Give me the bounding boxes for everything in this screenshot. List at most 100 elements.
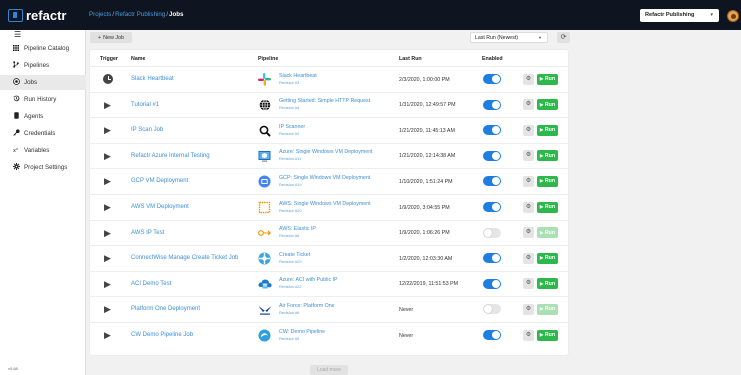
- enabled-toggle[interactable]: [483, 330, 501, 340]
- pipeline-link[interactable]: Azure: Single Windows VM Deployment: [279, 149, 373, 155]
- load-more-button[interactable]: Load more: [310, 365, 348, 375]
- pipeline-link[interactable]: AWS: Single Windows VM Deployment: [279, 201, 371, 207]
- refresh-button[interactable]: ⟳: [557, 32, 570, 43]
- enabled-toggle[interactable]: [483, 150, 501, 161]
- play-icon: ▶: [539, 306, 544, 312]
- run-button[interactable]: ▶ Run: [537, 73, 558, 85]
- sort-select[interactable]: Last Run (Newest) ▼: [470, 32, 548, 43]
- top-bar: refactr Projects / Refactr Publishing / …: [0, 0, 741, 30]
- history-icon: [13, 95, 20, 104]
- job-settings-button[interactable]: ⚙: [523, 227, 534, 239]
- job-name-link[interactable]: ACI Demo Test: [131, 281, 171, 287]
- sidebar-item-pipelines[interactable]: Pipelines: [0, 58, 86, 73]
- job-name-link[interactable]: Tutorial #1: [131, 102, 159, 108]
- job-settings-button[interactable]: ⚙: [523, 150, 534, 162]
- job-settings-button[interactable]: ⚙: [523, 252, 534, 264]
- pipeline-revision: Revision #6: [279, 233, 300, 239]
- table-row[interactable]: ▶ AWS IP Test AWS: Elastic IP Revision #6 1/…: [90, 219, 568, 246]
- pipeline-link[interactable]: CW: Demo Pipeline: [279, 329, 325, 335]
- run-button[interactable]: ▶ Run: [537, 150, 558, 162]
- job-name-link[interactable]: AWS IP Test: [131, 230, 164, 236]
- breadcrumb: Projects / Refactr Publishing / Jobs: [89, 11, 184, 18]
- run-button-label: Run: [544, 229, 556, 236]
- job-settings-button[interactable]: ⚙: [523, 99, 534, 111]
- manual-play-icon: ▶: [104, 150, 111, 161]
- job-settings-button[interactable]: ⚙: [523, 124, 534, 136]
- enabled-toggle[interactable]: [483, 74, 501, 84]
- job-name-link[interactable]: Platform One Deployment: [131, 306, 200, 312]
- job-name-link[interactable]: ConnectWise Manage Create Ticket Job: [131, 255, 238, 261]
- breadcrumb-projects[interactable]: Projects: [89, 11, 111, 18]
- job-name-link[interactable]: Refactr Azure Internal Testing: [131, 153, 210, 159]
- brand-logo[interactable]: refactr: [8, 8, 66, 23]
- table-row[interactable]: ▶ IP Scan Job IP Scanner Revision #2 1/21/20…: [90, 117, 568, 143]
- pipeline-link[interactable]: Slack Heartbeat: [279, 73, 317, 79]
- sidebar-item-project-settings[interactable]: Project Settings: [0, 160, 86, 175]
- job-settings-button[interactable]: ⚙: [523, 201, 534, 213]
- table-row[interactable]: Slack Heartbeat Slack Heartbeat Revision #…: [90, 66, 568, 92]
- pipeline-link[interactable]: AWS: Elastic IP: [279, 226, 316, 232]
- svg-text:x²: x²: [13, 148, 18, 153]
- job-settings-button[interactable]: ⚙: [523, 175, 534, 187]
- enabled-toggle[interactable]: [483, 125, 501, 136]
- table-row[interactable]: ▶ ConnectWise Manage Create Ticket Job Cre…: [90, 245, 568, 271]
- run-button[interactable]: ▶ Run: [537, 252, 558, 264]
- run-button[interactable]: ▶ Run: [537, 99, 558, 111]
- enabled-toggle[interactable]: [483, 99, 501, 110]
- user-avatar[interactable]: [727, 10, 739, 22]
- brand-name: refactr: [26, 8, 67, 23]
- sidebar-item-agents[interactable]: Agents: [0, 109, 86, 124]
- pipeline-revision: Revision #20: [279, 207, 302, 213]
- table-row[interactable]: ▶ ACI Demo Test Azure: ACI with Public IP R…: [90, 270, 568, 297]
- jobs-table: Trigger Name Pipeline Last Run Enabled S…: [90, 50, 568, 355]
- sidebar-item-variables[interactable]: x² Variables: [0, 143, 86, 158]
- sidebar-item-credentials[interactable]: Credentials: [0, 126, 86, 141]
- job-settings-button[interactable]: ⚙: [523, 329, 534, 341]
- enabled-toggle[interactable]: [483, 304, 501, 315]
- new-job-button[interactable]: + New Job: [90, 32, 132, 43]
- sidebar-item-pipeline-catalog[interactable]: Pipeline Catalog: [0, 41, 86, 56]
- run-button[interactable]: ▶ Run: [537, 303, 558, 315]
- table-row[interactable]: ▶ Platform One Deployment Air Force: Platf…: [90, 296, 568, 322]
- job-name-link[interactable]: AWS VM Deployment: [131, 204, 189, 210]
- run-button[interactable]: ▶ Run: [537, 175, 558, 187]
- enabled-toggle[interactable]: [483, 253, 501, 264]
- job-settings-button[interactable]: ⚙: [523, 278, 534, 290]
- pipeline-link[interactable]: Create Ticket: [279, 252, 310, 258]
- sidebar-item-label: Project Settings: [24, 164, 68, 171]
- run-button[interactable]: ▶ Run: [537, 124, 558, 136]
- gear-icon: ⚙: [525, 152, 532, 159]
- manual-play-icon: ▶: [104, 125, 111, 136]
- run-button[interactable]: ▶ Run: [537, 201, 558, 213]
- table-row[interactable]: ▶ AWS VM Deployment AWS: Single Windows VM…: [90, 194, 568, 220]
- job-name-link[interactable]: CW Demo Pipeline Job: [131, 332, 193, 338]
- pipeline-link[interactable]: Getting Started: Simple HTTP Request: [279, 98, 370, 104]
- last-run-time: 1/21/2020, 12:14:38 AM: [399, 153, 456, 160]
- job-name-link[interactable]: GCP VM Deployment: [131, 178, 188, 184]
- sidebar-item-label: Credentials: [24, 130, 56, 137]
- job-name-link[interactable]: Slack Heartbeat: [131, 76, 174, 82]
- table-row[interactable]: ▶ GCP VM Deployment GCP: Single Windows VM…: [90, 168, 568, 194]
- job-settings-button[interactable]: ⚙: [523, 303, 534, 315]
- enabled-toggle[interactable]: [483, 278, 501, 289]
- pipeline-link[interactable]: Air Force: Platform One: [279, 303, 335, 309]
- pipeline-link[interactable]: GCP: Single Windows VM Deployment: [279, 175, 370, 181]
- breadcrumb-project[interactable]: Refactr Publishing: [115, 11, 165, 18]
- run-button[interactable]: ▶ Run: [537, 227, 558, 239]
- sidebar-item-jobs[interactable]: Jobs: [0, 75, 86, 90]
- enabled-toggle[interactable]: [483, 176, 501, 187]
- run-button[interactable]: ▶ Run: [537, 278, 558, 290]
- table-row[interactable]: ▶ CW Demo Pipeline Job CW: Demo Pipeline Re…: [90, 322, 568, 348]
- organization-select[interactable]: Refactr Publishing ▼: [640, 9, 719, 22]
- pipeline-link[interactable]: IP Scanner: [279, 124, 305, 130]
- pipeline-link[interactable]: Azure: ACI with Public IP: [279, 277, 338, 283]
- sidebar-item-run-history[interactable]: Run History: [0, 92, 86, 107]
- table-row[interactable]: ▶ Refactr Azure Internal Testing Azure: Si…: [90, 142, 568, 169]
- job-settings-button[interactable]: ⚙: [523, 73, 534, 85]
- table-row[interactable]: ▶ Tutorial #1 Getting Started: Simple HTTP…: [90, 91, 568, 118]
- enabled-toggle[interactable]: [483, 202, 501, 212]
- job-name-link[interactable]: IP Scan Job: [131, 127, 163, 133]
- run-button[interactable]: ▶ Run: [537, 329, 558, 341]
- enabled-toggle[interactable]: [483, 227, 501, 238]
- hamburger-menu-icon[interactable]: ☰: [14, 30, 21, 39]
